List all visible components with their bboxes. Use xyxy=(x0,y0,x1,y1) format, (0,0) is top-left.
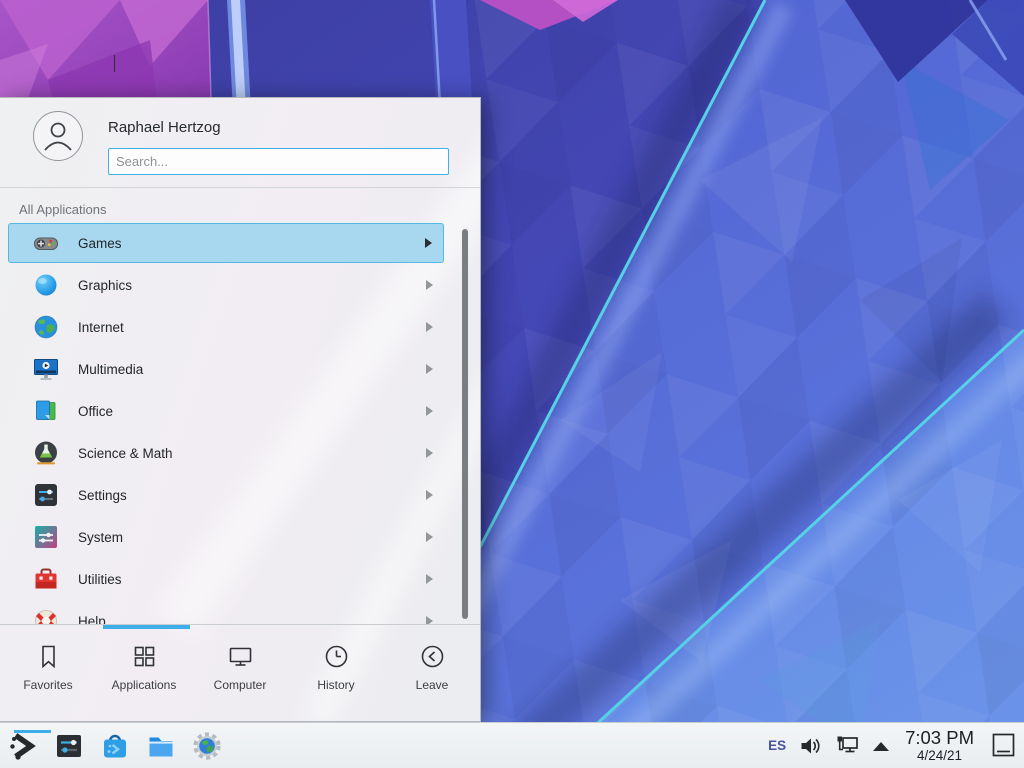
digital-clock[interactable]: 7:03 PM 4/24/21 xyxy=(905,728,974,763)
submenu-arrow-icon xyxy=(426,406,433,416)
submenu-arrow-icon xyxy=(426,448,433,458)
category-utilities[interactable]: Utilities xyxy=(8,559,444,599)
clock-time: 7:03 PM xyxy=(905,728,974,747)
user-name: Raphael Hertzog xyxy=(108,119,221,136)
toolbox-icon xyxy=(32,565,60,593)
system-tray: ES 7:03 PM 4/24/21 xyxy=(768,723,1024,768)
user-avatar[interactable] xyxy=(33,111,83,161)
clock-date: 4/24/21 xyxy=(905,749,974,763)
category-science-math[interactable]: Science & Math xyxy=(8,433,444,473)
tab-leave[interactable]: Leave xyxy=(384,630,480,722)
tab-favorites[interactable]: Favorites xyxy=(0,630,96,722)
submenu-arrow-icon xyxy=(426,322,433,332)
sliders-dark-icon xyxy=(32,481,60,509)
desktop: Raphael Hertzog All Applications Games xyxy=(0,0,1024,768)
clock-icon xyxy=(323,643,350,670)
category-label: Internet xyxy=(78,320,124,335)
network-icon[interactable] xyxy=(835,735,860,757)
category-label: Office xyxy=(78,404,113,419)
footer-tab-bar: Favorites Applications Computer xyxy=(0,630,480,722)
section-label: All Applications xyxy=(19,202,106,217)
system-settings-icon xyxy=(54,731,84,761)
keyboard-layout-indicator[interactable]: ES xyxy=(768,738,786,753)
submenu-arrow-icon xyxy=(426,364,433,374)
submenu-arrow-icon xyxy=(426,490,433,500)
submenu-arrow-icon xyxy=(426,280,433,290)
category-label: Science & Math xyxy=(78,446,173,461)
flask-icon xyxy=(32,439,60,467)
menu-header: Raphael Hertzog xyxy=(0,98,480,187)
header-divider xyxy=(0,187,480,188)
category-office[interactable]: Office xyxy=(8,391,444,431)
category-label: Graphics xyxy=(78,278,132,293)
kde-launcher-icon xyxy=(8,731,38,761)
scrollbar-thumb[interactable] xyxy=(462,229,468,619)
tab-computer[interactable]: Computer xyxy=(192,630,288,722)
show-desktop-button[interactable] xyxy=(990,732,1017,759)
sliders-gradient-icon xyxy=(32,523,60,551)
volume-icon[interactable] xyxy=(799,735,822,757)
monitor-play-icon xyxy=(32,355,60,383)
file-manager-button[interactable] xyxy=(146,731,176,761)
lifebuoy-icon xyxy=(32,607,60,625)
submenu-arrow-icon xyxy=(426,532,433,542)
application-launcher-button[interactable] xyxy=(8,731,38,761)
gamepad-icon xyxy=(32,229,60,257)
category-multimedia[interactable]: Multimedia xyxy=(8,349,444,389)
category-label: Multimedia xyxy=(78,362,143,377)
category-list: Games Graphics In xyxy=(0,222,480,625)
category-label: Games xyxy=(78,236,122,251)
globe-gear-icon xyxy=(192,731,222,761)
category-settings[interactable]: Settings xyxy=(8,475,444,515)
sphere-icon xyxy=(32,271,60,299)
bookmark-icon xyxy=(35,643,62,670)
tab-applications[interactable]: Applications xyxy=(96,630,192,722)
globe-icon xyxy=(32,313,60,341)
footer-divider xyxy=(0,624,480,625)
text-cursor xyxy=(114,55,115,72)
category-label: Utilities xyxy=(78,572,122,587)
category-label: Settings xyxy=(78,488,127,503)
category-games[interactable]: Games xyxy=(8,223,444,263)
discover-icon xyxy=(100,731,130,761)
folder-icon xyxy=(146,731,176,761)
category-help[interactable]: Help xyxy=(8,601,444,625)
taskbar-panel: ES 7:03 PM 4/24/21 xyxy=(0,722,1024,768)
category-label: System xyxy=(78,530,123,545)
discover-button[interactable] xyxy=(100,731,130,761)
submenu-arrow-icon xyxy=(426,574,433,584)
category-system[interactable]: System xyxy=(8,517,444,557)
tray-expander-icon[interactable] xyxy=(873,742,889,751)
documents-icon xyxy=(32,397,60,425)
system-settings-button[interactable] xyxy=(54,731,84,761)
leave-circle-icon xyxy=(419,643,446,670)
tab-history[interactable]: History xyxy=(288,630,384,722)
category-internet[interactable]: Internet xyxy=(8,307,444,347)
web-browser-button[interactable] xyxy=(192,731,222,761)
grid-icon xyxy=(131,643,158,670)
submenu-arrow-icon xyxy=(425,238,432,248)
active-tab-indicator xyxy=(103,625,190,629)
active-launcher-indicator xyxy=(14,730,51,733)
search-input[interactable] xyxy=(108,148,449,175)
taskbar-launchers xyxy=(8,731,222,761)
application-launcher-menu: Raphael Hertzog All Applications Games xyxy=(0,97,481,722)
monitor-icon xyxy=(227,643,254,670)
category-graphics[interactable]: Graphics xyxy=(8,265,444,305)
